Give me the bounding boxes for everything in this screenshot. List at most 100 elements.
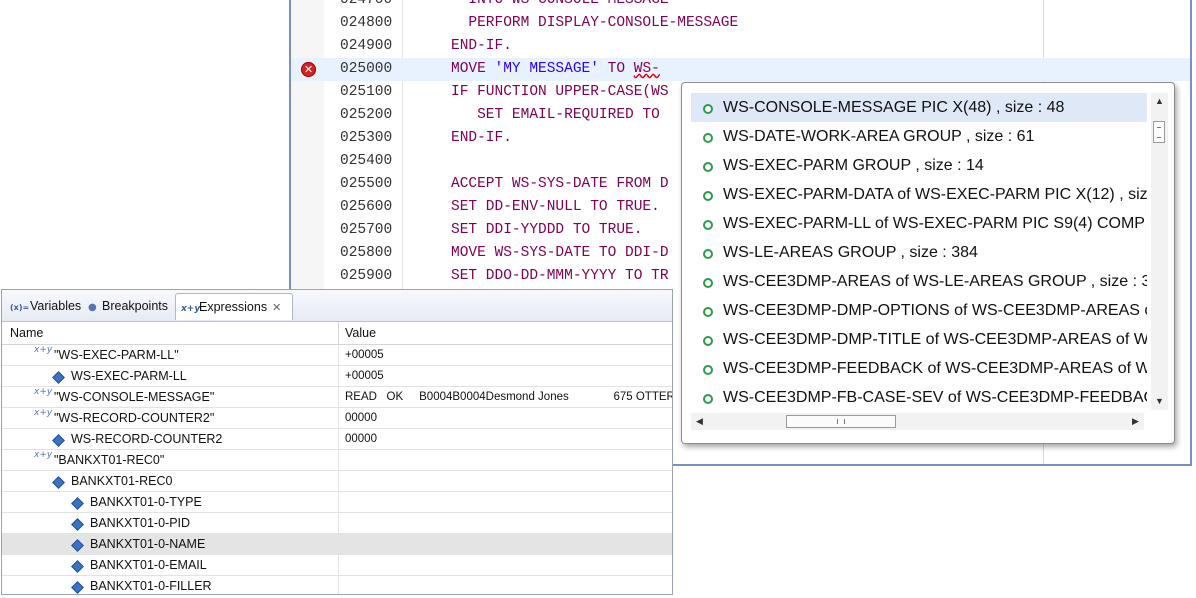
column-divider [338,387,339,408]
content-assist-popup[interactable]: WS-CONSOLE-MESSAGE PIC X(48) , size : 48… [681,82,1175,444]
line-number: 025700 [340,222,393,238]
proposal-label: WS-EXEC-PARM GROUP , size : 14 [723,157,984,174]
code-text[interactable]: PERFORM DISPLAY-CONSOLE-MESSAGE [451,12,738,35]
tree-row[interactable]: BANKXT01-0-EMAIL [2,555,672,576]
vertical-scrollbar[interactable]: ▲ ▼ [1151,93,1168,410]
proposal-item[interactable]: WS-EXEC-PARM GROUP , size : 14 [691,151,1147,180]
proposal-label: WS-CONSOLE-MESSAGE PIC X(48) , size : 48 [723,99,1065,116]
variable-icon [52,434,65,447]
expression-icon: x+y [34,450,53,460]
proposal-item[interactable]: WS-CEE3DMP-FEEDBACK of WS-CEE3DMP-AREAS … [691,354,1147,383]
tree-row[interactable]: BANKXT01-0-PID [2,513,672,534]
code-text[interactable]: IF FUNCTION UPPER-CASE(WS [451,81,669,104]
line-number: 025400 [340,153,393,169]
tab-expressions[interactable]: x+yExpressions ✕ [175,293,293,320]
proposal-label: WS-LE-AREAS GROUP , size : 384 [723,244,978,261]
green-circle-icon [703,220,713,230]
error-token: WS- [633,61,660,77]
expression-icon: x+y [34,408,53,418]
code-text[interactable]: SET DDI-YYDDD TO TRUE. [451,219,642,242]
code-line[interactable]: 024900 END-IF. [291,35,1190,58]
proposal-list[interactable]: WS-CONSOLE-MESSAGE PIC X(48) , size : 48… [691,93,1147,418]
code-text[interactable]: SET EMAIL-REQUIRED TO [451,104,660,127]
line-number: 025000 [340,61,393,77]
row-name: "WS-RECORD-COUNTER2" [54,411,215,425]
code-line[interactable]: 024700 INTO WS-CONSOLE-MESSAGE [291,0,1190,12]
code-text[interactable]: END-IF. [451,127,512,150]
tree-row[interactable]: BANKXT01-0-TYPE [2,492,672,513]
expression-icon: x+y [34,345,53,355]
row-name: BANKXT01-0-NAME [90,537,206,551]
error-icon[interactable]: ✕ [301,62,316,77]
close-icon[interactable]: ✕ [272,301,281,314]
code-text[interactable]: SET DDO-DD-MMM-YYYY TO TR [451,265,669,288]
tree-row-selected[interactable]: BANKXT01-0-NAME [2,534,672,555]
line-number: 025800 [340,245,393,261]
column-divider [338,471,339,492]
scroll-left-icon[interactable]: ◀ [691,413,708,430]
proposal-label: WS-EXEC-PARM-LL of WS-EXEC-PARM PIC S9(4… [723,215,1147,232]
code-line[interactable]: 024800 PERFORM DISPLAY-CONSOLE-MESSAGE [291,12,1190,35]
proposal-item[interactable]: WS-EXEC-PARM-DATA of WS-EXEC-PARM PIC X(… [691,180,1147,209]
green-circle-icon [703,394,713,404]
column-divider [338,366,339,387]
column-divider [338,429,339,450]
code-text[interactable]: ACCEPT WS-SYS-DATE FROM D [451,173,669,196]
tree-row[interactable]: x+y "BANKXT01-REC0" [2,450,672,471]
tab-variables[interactable]: (x)=Variables [5,293,81,320]
tree-row[interactable]: BANKXT01-0-FILLER [2,576,672,594]
proposal-item[interactable]: WS-CEE3DMP-FB-CASE-SEV of WS-CEE3DMP-FEE… [691,383,1147,412]
proposal-item[interactable]: WS-CEE3DMP-AREAS of WS-LE-AREAS GROUP , … [691,267,1147,296]
tree-row[interactable]: WS-EXEC-PARM-LL +00005 [2,366,672,387]
proposal-item[interactable]: WS-CONSOLE-MESSAGE PIC X(48) , size : 48 [691,93,1147,122]
tree-row[interactable]: x+y "WS-RECORD-COUNTER2" 00000 [2,408,672,429]
tab-breakpoints[interactable]: ● Breakpoints [83,293,175,320]
code-token: TO [598,61,634,77]
row-value: 00000 [345,412,377,424]
tree-row[interactable]: x+y "WS-EXEC-PARM-LL" +00005 [2,345,672,366]
column-divider[interactable] [338,322,339,344]
code-text[interactable]: MOVE WS-SYS-DATE TO DDI-D [451,242,669,265]
proposal-item[interactable]: WS-CEE3DMP-DMP-TITLE of WS-CEE3DMP-AREAS… [691,325,1147,354]
scroll-right-icon[interactable]: ▶ [1127,413,1144,430]
row-value: +00005 [345,370,384,382]
scroll-thumb[interactable] [1153,121,1165,143]
tab-label: Expressions [199,300,268,314]
proposal-label: WS-CEE3DMP-FB-CASE-SEV of WS-CEE3DMP-FEE… [723,389,1147,406]
row-value: READ OK B0004B0004Desmond Jones 675 OTTE… [345,391,673,403]
variable-icon [52,476,65,489]
scroll-up-icon[interactable]: ▲ [1151,93,1168,110]
proposal-item[interactable]: WS-LE-AREAS GROUP , size : 384 [691,238,1147,267]
code-line-current[interactable]: ✕ 025000 MOVE 'MY MESSAGE' TO WS- [291,58,1190,81]
column-divider [338,345,339,366]
tree-row[interactable]: BANKXT01-REC0 [2,471,672,492]
green-circle-icon [703,104,713,114]
green-circle-icon [703,336,713,346]
code-text[interactable]: END-IF. [451,35,512,58]
column-header-value[interactable]: Value [345,322,376,344]
horizontal-scrollbar[interactable]: ◀ ▶ [691,413,1144,430]
code-text[interactable]: INTO WS-CONSOLE-MESSAGE [451,0,668,12]
row-name: BANKXT01-0-FILLER [90,579,212,593]
proposal-label: WS-DATE-WORK-AREA GROUP , size : 61 [723,128,1035,145]
code-text[interactable]: MOVE 'MY MESSAGE' TO WS- [451,58,660,81]
row-name: BANKXT01-0-TYPE [90,495,202,509]
expression-icon: x+y [181,304,201,314]
tab-label: Variables [30,299,82,313]
tree-row[interactable]: x+y "WS-CONSOLE-MESSAGE" READ OK B0004B0… [2,387,672,408]
column-header-name[interactable]: Name [10,322,43,344]
row-name: WS-RECORD-COUNTER2 [71,432,223,446]
proposal-item[interactable]: WS-CEE3DMP-DMP-OPTIONS of WS-CEE3DMP-ARE… [691,296,1147,325]
tree-row[interactable]: WS-RECORD-COUNTER2 00000 [2,429,672,450]
line-number: 025500 [340,176,393,192]
column-divider [338,513,339,534]
proposal-item[interactable]: WS-DATE-WORK-AREA GROUP , size : 61 [691,122,1147,151]
green-circle-icon [703,133,713,143]
column-divider [338,576,339,594]
proposal-label: WS-EXEC-PARM-DATA of WS-EXEC-PARM PIC X(… [723,186,1147,203]
scroll-down-icon[interactable]: ▼ [1151,393,1168,410]
code-text[interactable]: SET DD-ENV-NULL TO TRUE. [451,196,660,219]
scroll-thumb[interactable] [786,415,896,428]
column-divider [338,408,339,429]
proposal-item[interactable]: WS-EXEC-PARM-LL of WS-EXEC-PARM PIC S9(4… [691,209,1147,238]
